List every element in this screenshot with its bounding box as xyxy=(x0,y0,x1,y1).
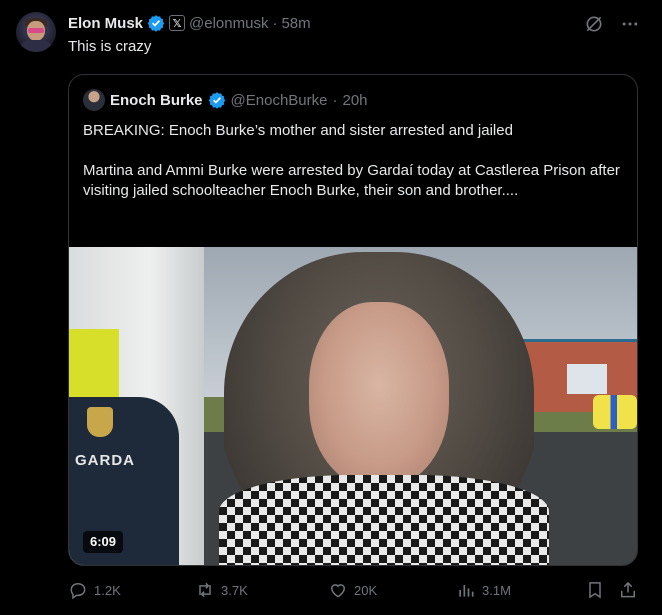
like-count: 20K xyxy=(354,582,378,598)
verified-check-icon xyxy=(147,15,165,32)
quoted-body: Martina and Ammi Burke were arrested by … xyxy=(83,162,620,199)
video-window xyxy=(567,364,607,394)
verified-check-icon xyxy=(208,92,225,109)
quoted-author-avatar xyxy=(83,89,105,111)
garda-badge-icon xyxy=(87,407,113,437)
views-icon xyxy=(459,585,474,597)
bookmark-icon xyxy=(589,582,601,599)
quoted-headline: BREAKING: Enoch Burke’s mother and siste… xyxy=(83,122,513,139)
post-author-avatar[interactable] xyxy=(16,12,56,52)
like-button[interactable]: 20K xyxy=(328,580,377,600)
reply-button[interactable]: 1.2K xyxy=(68,580,121,600)
quoted-author-name: Enoch Burke xyxy=(110,91,203,109)
quoted-post-header: Enoch Burke @EnochBurke · 20h xyxy=(83,89,368,111)
post-header: Elon Musk 𝕏 @elonmusk · 58m xyxy=(68,13,311,33)
more-icon[interactable] xyxy=(620,14,640,34)
post-top-actions xyxy=(584,14,640,34)
heart-icon xyxy=(330,584,346,598)
x-affiliate-badge-icon: 𝕏 xyxy=(169,15,186,31)
video-police-car xyxy=(593,395,637,429)
video-person-clothing xyxy=(219,475,549,565)
share-icon xyxy=(621,581,635,598)
repost-button[interactable]: 3.7K xyxy=(195,580,248,600)
quoted-post[interactable]: Enoch Burke @EnochBurke · 20h BREAKING: … xyxy=(68,74,638,566)
views-button[interactable]: 3.1M xyxy=(456,580,511,600)
bookmark-button[interactable] xyxy=(585,580,605,600)
view-count: 3.1M xyxy=(482,582,511,598)
post-handle[interactable]: @elonmusk xyxy=(189,15,268,32)
post-author-name[interactable]: Elon Musk xyxy=(68,15,143,32)
video-person-face xyxy=(309,302,449,487)
reply-icon xyxy=(70,582,86,600)
quoted-time: 20h xyxy=(342,91,368,109)
video-player[interactable]: GARDA 6:09 xyxy=(69,247,637,565)
repost-count: 3.7K xyxy=(221,582,248,598)
video-duration-badge: 6:09 xyxy=(83,531,124,553)
reply-count: 1.2K xyxy=(94,582,121,598)
share-button[interactable] xyxy=(618,580,638,600)
separator-dot: · xyxy=(332,91,338,109)
post-text: This is crazy xyxy=(68,38,152,55)
video-garda-label: GARDA xyxy=(75,452,135,469)
post-time[interactable]: 58m xyxy=(281,15,310,32)
separator-dot: · xyxy=(272,14,278,32)
grok-icon[interactable] xyxy=(584,14,604,34)
quoted-text: BREAKING: Enoch Burke’s mother and siste… xyxy=(83,121,623,221)
post-action-bar: 1.2K 3.7K 20K 3.1M xyxy=(68,580,642,602)
repost-icon xyxy=(199,582,211,598)
quoted-handle: @EnochBurke xyxy=(230,91,328,109)
